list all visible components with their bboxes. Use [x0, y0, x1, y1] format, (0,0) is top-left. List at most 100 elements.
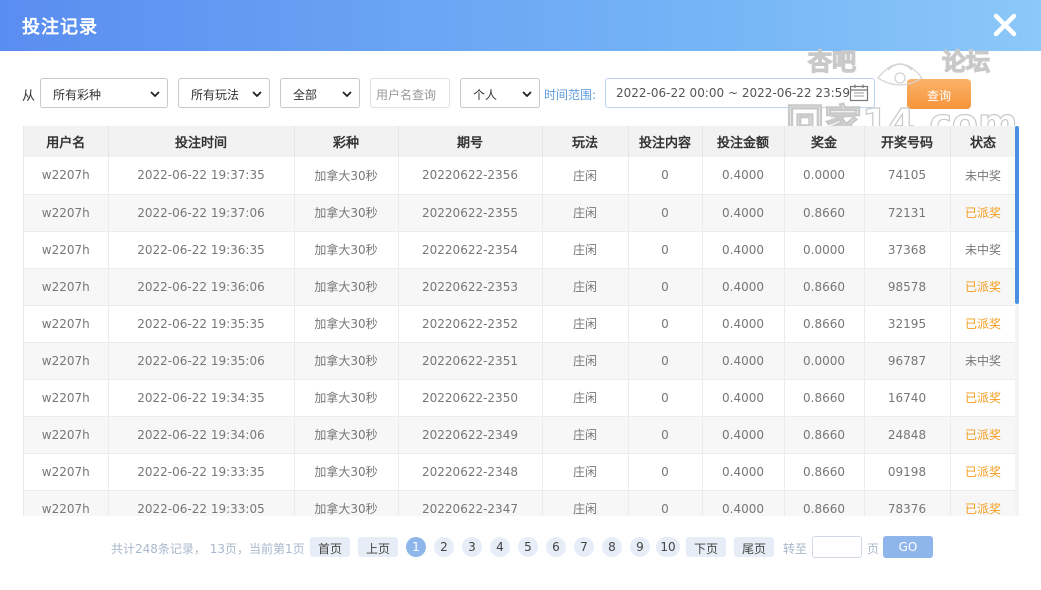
bet-records-table: 用户名 投注时间 彩种 期号 玩法 投注内容 投注金额 奖金 开奖号码 状态 w… — [23, 126, 1015, 516]
bet-amount-cell: 0.4000 — [702, 453, 785, 491]
draw-number-cell: 78376 — [864, 490, 951, 516]
last-page-button[interactable]: 尾页 — [734, 537, 774, 557]
close-icon[interactable] — [991, 10, 1019, 40]
status-cell: 已派奖 — [950, 268, 1015, 306]
issue-cell: 20220622-2355 — [398, 194, 543, 232]
username-cell: w2207h — [24, 342, 109, 380]
play-cell: 庄闲 — [542, 342, 629, 380]
chevron-down-icon — [252, 91, 262, 98]
page-unit-label: 页 — [867, 542, 880, 556]
lottery-select[interactable]: 所有彩种 — [40, 78, 168, 108]
prev-page-button[interactable]: 上页 — [358, 537, 398, 557]
username-search-input[interactable]: 用户名查询 — [370, 78, 450, 108]
go-button[interactable]: GO — [883, 536, 933, 558]
bet-time-cell: 2022-06-22 19:35:35 — [108, 305, 295, 343]
jump-to-label: 转至 — [783, 542, 808, 556]
username-cell: w2207h — [24, 305, 109, 343]
jump-page-input[interactable] — [812, 536, 862, 558]
table-row: w2207h 2022-06-22 19:35:06 加拿大30秒 20220622-… — [24, 342, 1015, 380]
play-select[interactable]: 所有玩法 — [178, 78, 270, 108]
bet-records-dialog: 投注记录 从 所有彩种 所有玩法 全部 用户名查询 个人 时间范围: 2022-… — [0, 0, 1041, 590]
status-cell: 未中奖 — [950, 231, 1015, 269]
lottery-cell: 加拿大30秒 — [294, 157, 399, 195]
prize-cell: 0.8660 — [784, 490, 865, 516]
page-number-button[interactable]: 7 — [574, 537, 594, 557]
table-row: w2207h 2022-06-22 19:33:05 加拿大30秒 20220622-… — [24, 490, 1015, 516]
svg-text:杏吧: 杏吧 — [808, 48, 856, 76]
bet-content-cell: 0 — [628, 231, 703, 269]
bet-amount-cell: 0.4000 — [702, 194, 785, 232]
bet-content-cell: 0 — [628, 305, 703, 343]
prize-cell: 0.8660 — [784, 453, 865, 491]
status-select[interactable]: 全部 — [280, 78, 360, 108]
page-number-button[interactable]: 6 — [546, 537, 566, 557]
username-cell: w2207h — [24, 453, 109, 491]
page-number-button[interactable]: 2 — [434, 537, 454, 557]
status-cell: 未中奖 — [950, 157, 1015, 195]
table-row: w2207h 2022-06-22 19:36:35 加拿大30秒 20220622-… — [24, 231, 1015, 269]
calendar-icon[interactable] — [849, 84, 869, 102]
issue-cell: 20220622-2353 — [398, 268, 543, 306]
column-header: 投注金额 — [702, 126, 785, 157]
issue-cell: 20220622-2352 — [398, 305, 543, 343]
scrollbar-thumb[interactable] — [1015, 126, 1019, 304]
draw-number-cell: 24848 — [864, 416, 951, 454]
column-header: 奖金 — [784, 126, 865, 157]
username-cell: w2207h — [24, 490, 109, 516]
issue-cell: 20220622-2347 — [398, 490, 543, 516]
username-placeholder: 用户名查询 — [376, 88, 437, 102]
pagination: 共计248条记录， 13页，当前第1页 首页 上页 1 2 3 4 5 6 7 … — [0, 536, 1041, 558]
draw-number-cell: 09198 — [864, 453, 951, 491]
bet-amount-cell: 0.4000 — [702, 268, 785, 306]
scope-select[interactable]: 个人 — [460, 78, 540, 108]
page-number-button[interactable]: 10 — [656, 537, 680, 557]
time-range-input[interactable]: 2022-06-22 00:00 ~ 2022-06-22 23:59 — [605, 78, 875, 108]
table-row: w2207h 2022-06-22 19:34:35 加拿大30秒 20220622-… — [24, 379, 1015, 417]
play-cell: 庄闲 — [542, 416, 629, 454]
bet-amount-cell: 0.4000 — [702, 305, 785, 343]
next-page-button[interactable]: 下页 — [686, 537, 726, 557]
prize-cell: 0.8660 — [784, 416, 865, 454]
bet-time-cell: 2022-06-22 19:36:06 — [108, 268, 295, 306]
prize-cell: 0.8660 — [784, 194, 865, 232]
bet-content-cell: 0 — [628, 490, 703, 516]
page-number-button[interactable]: 5 — [518, 537, 538, 557]
page-number-button[interactable]: 3 — [462, 537, 482, 557]
table-header-row: 用户名 投注时间 彩种 期号 玩法 投注内容 投注金额 奖金 开奖号码 状态 — [24, 126, 1015, 157]
time-range-value: 2022-06-22 00:00 ~ 2022-06-22 23:59 — [616, 86, 850, 100]
first-page-button[interactable]: 首页 — [310, 537, 350, 557]
play-cell: 庄闲 — [542, 157, 629, 195]
column-header: 状态 — [950, 126, 1015, 157]
bet-content-cell: 0 — [628, 268, 703, 306]
chevron-down-icon — [522, 91, 532, 98]
issue-cell: 20220622-2356 — [398, 157, 543, 195]
draw-number-cell: 72131 — [864, 194, 951, 232]
play-cell: 庄闲 — [542, 453, 629, 491]
page-number-button[interactable]: 4 — [490, 537, 510, 557]
bet-content-cell: 0 — [628, 342, 703, 380]
query-button[interactable]: 查询 — [907, 79, 971, 109]
bet-amount-cell: 0.4000 — [702, 157, 785, 195]
page-number-button[interactable]: 8 — [602, 537, 622, 557]
page-number-button[interactable]: 9 — [630, 537, 650, 557]
dialog-title-bar: 投注记录 — [0, 0, 1041, 51]
bet-time-cell: 2022-06-22 19:34:06 — [108, 416, 295, 454]
username-cell: w2207h — [24, 231, 109, 269]
lottery-cell: 加拿大30秒 — [294, 379, 399, 417]
bet-time-cell: 2022-06-22 19:37:35 — [108, 157, 295, 195]
username-cell: w2207h — [24, 268, 109, 306]
column-header: 玩法 — [542, 126, 629, 157]
bet-time-cell: 2022-06-22 19:33:05 — [108, 490, 295, 516]
table-scrollbar[interactable] — [1015, 126, 1019, 516]
status-cell: 未中奖 — [950, 342, 1015, 380]
page-number-button[interactable]: 1 — [406, 537, 426, 557]
table-row: w2207h 2022-06-22 19:34:06 加拿大30秒 20220622-… — [24, 416, 1015, 454]
issue-cell: 20220622-2354 — [398, 231, 543, 269]
play-cell: 庄闲 — [542, 379, 629, 417]
bet-content-cell: 0 — [628, 379, 703, 417]
play-cell: 庄闲 — [542, 268, 629, 306]
issue-cell: 20220622-2351 — [398, 342, 543, 380]
table-row: w2207h 2022-06-22 19:35:35 加拿大30秒 20220622-… — [24, 305, 1015, 343]
bet-amount-cell: 0.4000 — [702, 342, 785, 380]
status-cell: 已派奖 — [950, 416, 1015, 454]
